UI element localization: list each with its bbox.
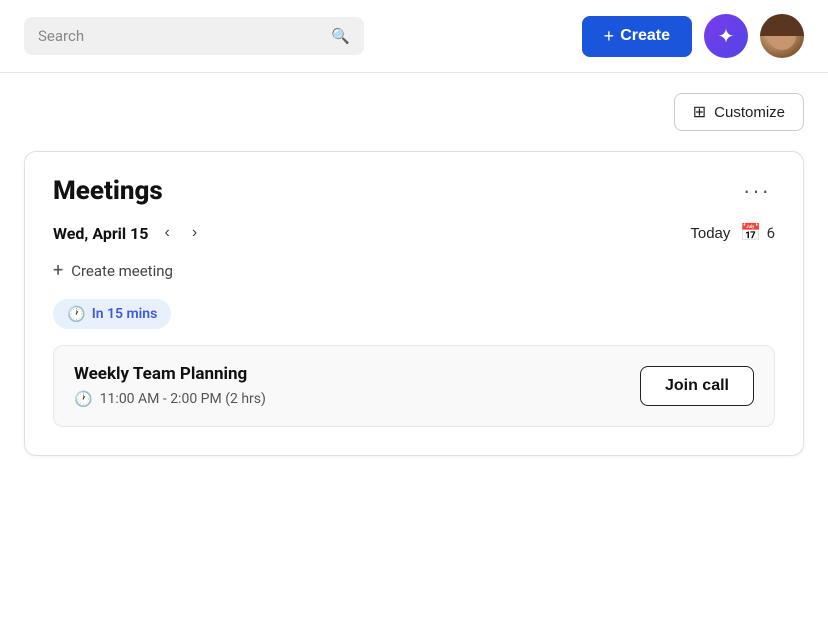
calendar-icon: 📅	[740, 223, 761, 243]
create-button[interactable]: + Create	[582, 16, 692, 57]
time-clock-icon: 🕐	[74, 390, 93, 408]
meetings-header: Meetings ···	[53, 176, 775, 206]
grid-icon: ⊞	[693, 102, 706, 122]
clock-badge-icon: 🕐	[67, 305, 86, 323]
customize-button[interactable]: ⊞ Customize	[674, 93, 804, 131]
ai-button[interactable]: ✦	[704, 14, 748, 58]
calendar-count: 📅 6	[740, 223, 775, 243]
create-plus-icon: +	[604, 26, 615, 47]
meeting-info: Weekly Team Planning 🕐 11:00 AM - 2:00 P…	[74, 364, 266, 408]
time-badge-label: In 15 mins	[92, 306, 158, 322]
search-icon: 🔍	[331, 27, 350, 45]
main-content: ⊞ Customize Meetings ··· Wed, April 15 ‹…	[0, 73, 828, 476]
create-meeting-plus-icon: +	[53, 260, 63, 281]
customize-row: ⊞ Customize	[24, 93, 804, 131]
calendar-count-number: 6	[767, 224, 775, 242]
ai-sparkle-icon: ✦	[718, 24, 735, 49]
more-options-icon: ···	[743, 178, 771, 203]
date-row: Wed, April 15 ‹ › Today 📅 6	[53, 222, 775, 244]
prev-arrow-icon: ‹	[164, 224, 169, 241]
meetings-title: Meetings	[53, 176, 163, 206]
header: Search 🔍 + Create ✦	[0, 0, 828, 73]
create-meeting-row[interactable]: + Create meeting	[53, 260, 775, 281]
next-date-button[interactable]: ›	[186, 222, 203, 244]
meeting-time-text: 11:00 AM - 2:00 PM (2 hrs)	[100, 391, 266, 407]
search-text: Search	[38, 27, 84, 45]
join-call-button[interactable]: Join call	[640, 366, 754, 406]
customize-label: Customize	[714, 104, 785, 121]
meetings-card: Meetings ··· Wed, April 15 ‹ › Today	[24, 151, 804, 456]
more-options-button[interactable]: ···	[739, 178, 775, 204]
date-label: Wed, April 15	[53, 224, 148, 243]
avatar-image	[760, 14, 804, 58]
search-bar[interactable]: Search 🔍	[24, 17, 364, 55]
date-right: Today 📅 6	[690, 223, 775, 243]
join-call-label: Join call	[665, 377, 729, 394]
prev-date-button[interactable]: ‹	[158, 222, 175, 244]
time-badge: 🕐 In 15 mins	[53, 299, 171, 329]
avatar[interactable]	[760, 14, 804, 58]
next-arrow-icon: ›	[192, 224, 197, 241]
create-label: Create	[620, 27, 670, 45]
create-meeting-label: Create meeting	[71, 262, 173, 280]
meeting-name: Weekly Team Planning	[74, 364, 266, 384]
today-button[interactable]: Today	[690, 225, 730, 242]
meeting-time: 🕐 11:00 AM - 2:00 PM (2 hrs)	[74, 390, 266, 408]
today-label: Today	[690, 225, 730, 242]
meeting-item: Weekly Team Planning 🕐 11:00 AM - 2:00 P…	[53, 345, 775, 427]
date-left: Wed, April 15 ‹ ›	[53, 222, 203, 244]
